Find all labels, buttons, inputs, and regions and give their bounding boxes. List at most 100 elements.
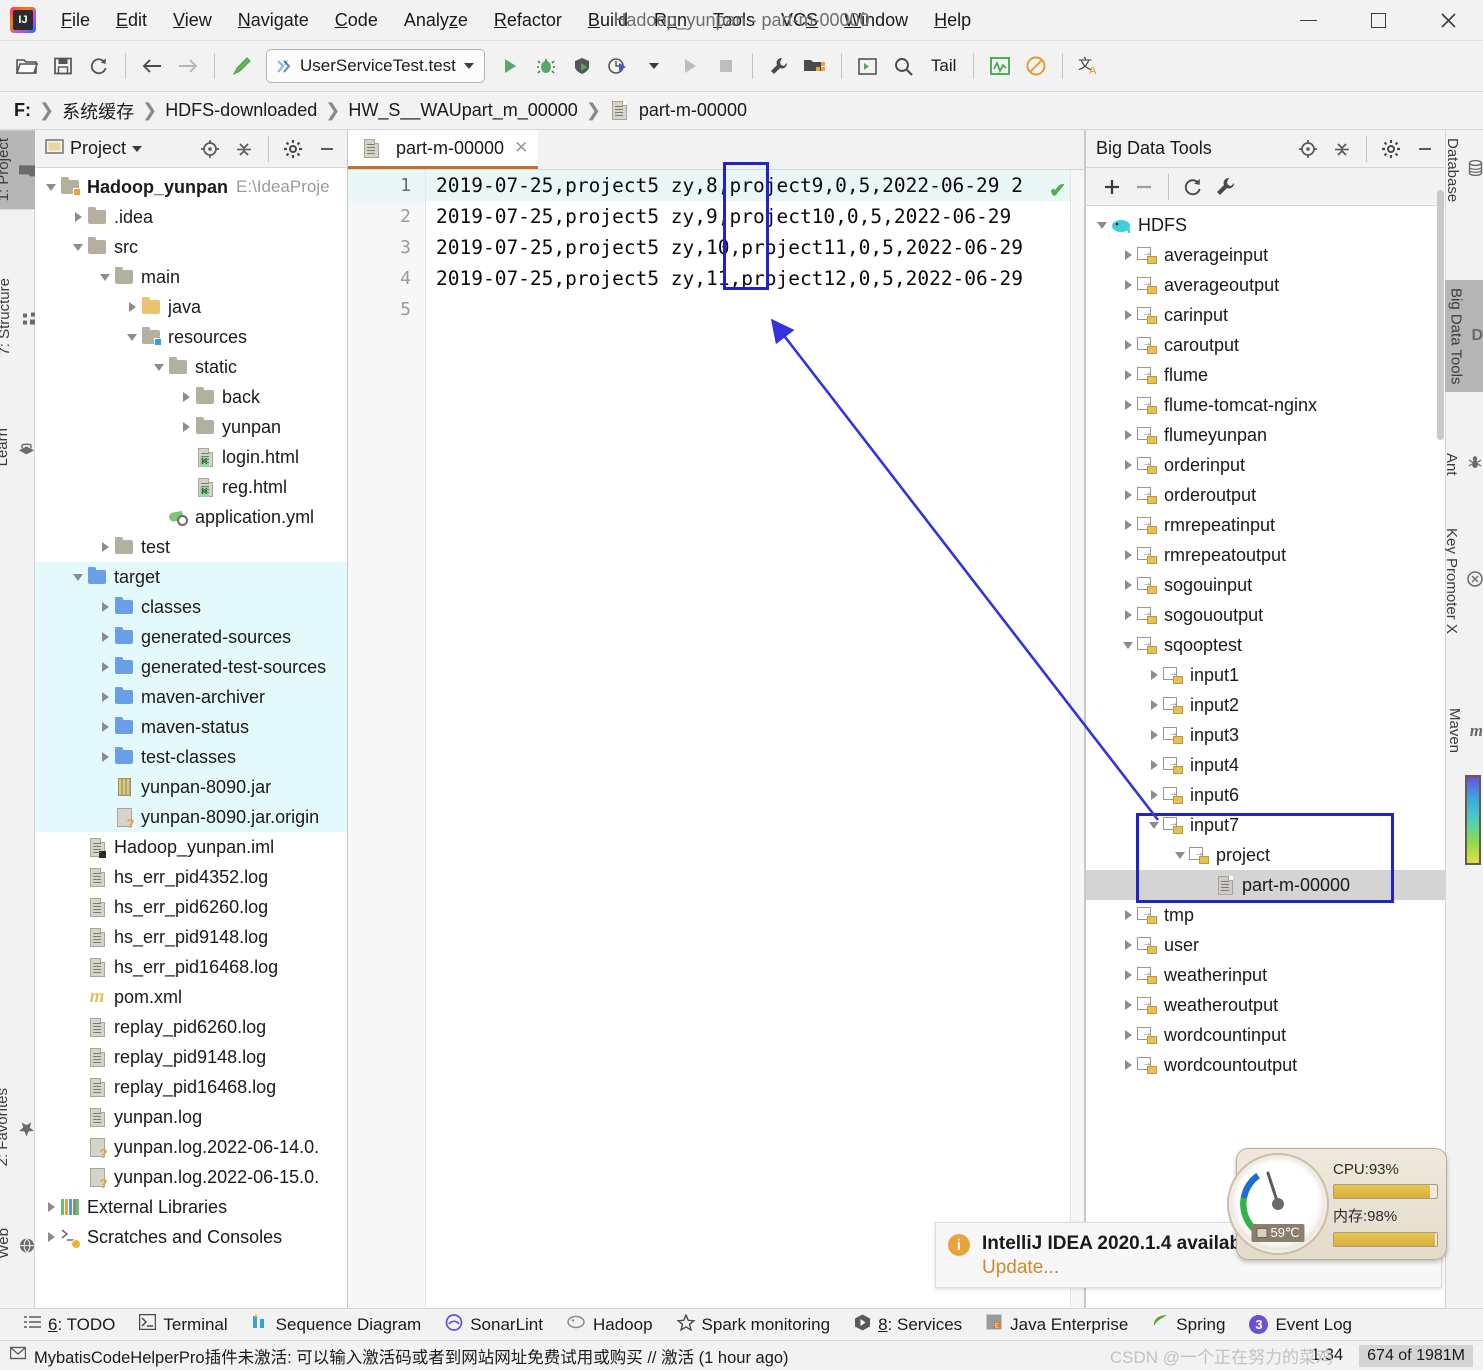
gear-icon[interactable]: [279, 135, 307, 163]
chevron-right-icon[interactable]: [1120, 607, 1136, 623]
hdfs-tree-row[interactable]: → orderinput: [1086, 450, 1445, 480]
chevron-right-icon[interactable]: [1120, 367, 1136, 383]
hdfs-tree[interactable]: HDFS → averageinput → averageoutput → carinput…: [1086, 206, 1445, 1308]
sidebar-item-structure[interactable]: 7: Structure: [0, 270, 35, 364]
editor-gutter[interactable]: 12345: [348, 170, 426, 1308]
hdfs-tree-row[interactable]: → rmrepeatinput: [1086, 510, 1445, 540]
forward-arrow-icon[interactable]: [171, 49, 205, 83]
chevron-down-icon[interactable]: [97, 269, 113, 285]
tail-button[interactable]: Tail: [923, 56, 965, 76]
project-tree-row[interactable]: m pom.xml: [35, 982, 347, 1012]
project-tree-row[interactable]: back: [35, 382, 347, 412]
menu-code[interactable]: Code: [322, 6, 391, 35]
close-icon[interactable]: ✕: [514, 138, 528, 158]
sidebar-item-maven[interactable]: m Maven: [1445, 700, 1483, 761]
project-tree-row[interactable]: yunpan.log.2022-06-14.0.: [35, 1132, 347, 1162]
hide-panel-icon[interactable]: [1411, 135, 1439, 163]
hdfs-tree-row[interactable]: → weatherinput: [1086, 960, 1445, 990]
profiler-icon[interactable]: [601, 49, 635, 83]
menu-analyze[interactable]: Analyze: [391, 6, 481, 35]
line-number[interactable]: 3: [348, 232, 425, 263]
project-tree-row[interactable]: replay_pid6260.log: [35, 1012, 347, 1042]
menu-window[interactable]: Window: [831, 6, 921, 35]
search-icon[interactable]: [887, 49, 921, 83]
hide-panel-icon[interactable]: [313, 135, 341, 163]
bottom-item-sonarlint[interactable]: SonarLint: [435, 1312, 553, 1338]
remove-icon[interactable]: [1130, 173, 1158, 201]
hdfs-tree-row[interactable]: → user: [1086, 930, 1445, 960]
hdfs-tree-row[interactable]: → tmp: [1086, 900, 1445, 930]
chevron-down-icon[interactable]: [43, 179, 59, 195]
bottom-item-sequence-diagram[interactable]: Sequence Diagram: [242, 1312, 432, 1337]
menu-file[interactable]: File: [48, 6, 103, 35]
memory-indicator[interactable]: 674 of 1981M: [1359, 1344, 1473, 1367]
code-line[interactable]: 2019-07-25,project5 zy,11,project12,0,5,…: [426, 263, 1084, 294]
hdfs-tree-row[interactable]: → sqooptest: [1086, 630, 1445, 660]
maximize-button[interactable]: [1343, 0, 1413, 41]
menu-tools[interactable]: Tools: [700, 6, 768, 35]
hdfs-tree-row[interactable]: → input4: [1086, 750, 1445, 780]
hdfs-tree-row[interactable]: → rmrepeatoutput: [1086, 540, 1445, 570]
chevron-down-icon[interactable]: [1120, 637, 1136, 653]
project-tree-row[interactable]: Hadoop_yunpan.iml: [35, 832, 347, 862]
project-tree-row[interactable]: static: [35, 352, 347, 382]
project-tree-row[interactable]: hs_err_pid6260.log: [35, 892, 347, 922]
editor-marker-bar[interactable]: [1070, 170, 1084, 1308]
line-number[interactable]: 2: [348, 201, 425, 232]
settings-wrench-icon[interactable]: [762, 49, 796, 83]
terminal-icon[interactable]: [851, 49, 885, 83]
bottom-item-event-log[interactable]: 3 Event Log: [1239, 1313, 1362, 1337]
chevron-down-icon[interactable]: [463, 63, 474, 69]
chevron-down-icon[interactable]: [1146, 817, 1162, 833]
project-tree-row[interactable]: classes: [35, 592, 347, 622]
project-tree-row[interactable]: External Libraries: [35, 1192, 347, 1222]
no-entry-icon[interactable]: [1019, 49, 1053, 83]
stop-icon[interactable]: [709, 49, 743, 83]
chevron-right-icon[interactable]: [1146, 667, 1162, 683]
chevron-right-icon[interactable]: [70, 209, 86, 225]
code-line[interactable]: 2019-07-25,project5 zy,8,project9,0,5,20…: [426, 170, 1084, 201]
bottom-item-services[interactable]: 8: Services: [844, 1312, 972, 1338]
collapse-all-icon[interactable]: [1328, 135, 1356, 163]
bottom-item-java-enterprise[interactable]: E Java Enterprise: [976, 1312, 1138, 1337]
hdfs-tree-row[interactable]: → averageinput: [1086, 240, 1445, 270]
chevron-right-icon[interactable]: [97, 629, 113, 645]
chevron-right-icon[interactable]: [1120, 517, 1136, 533]
project-tree-row[interactable]: main: [35, 262, 347, 292]
run-icon[interactable]: [493, 49, 527, 83]
notification-update-link[interactable]: Update...: [982, 1257, 1257, 1279]
hdfs-tree-row[interactable]: → project: [1086, 840, 1445, 870]
breadcrumb-segment-3[interactable]: HW_S__WAUpart_m_00000: [348, 100, 577, 121]
hdfs-tree-row[interactable]: → flume-tomcat-nginx: [1086, 390, 1445, 420]
menu-build[interactable]: Build: [575, 6, 641, 35]
hdfs-tree-row[interactable]: → weatheroutput: [1086, 990, 1445, 1020]
monitor-icon[interactable]: [983, 49, 1017, 83]
chevron-down-icon[interactable]: [1094, 217, 1110, 233]
editor-code-area[interactable]: 2019-07-25,project5 zy,8,project9,0,5,20…: [426, 170, 1084, 1308]
menu-help[interactable]: Help: [921, 6, 984, 35]
sidebar-item-key-promoter[interactable]: Key Promoter X: [1443, 520, 1483, 642]
menu-navigate[interactable]: Navigate: [225, 6, 322, 35]
project-tree-row[interactable]: generated-sources: [35, 622, 347, 652]
hdfs-tree-row[interactable]: → carinput: [1086, 300, 1445, 330]
project-tree-row[interactable]: Hadoop_yunpan E:\IdeaProje: [35, 172, 347, 202]
sidebar-item-project[interactable]: 1: Project: [0, 130, 35, 210]
chevron-right-icon[interactable]: [1120, 967, 1136, 983]
chevron-right-icon[interactable]: [1146, 757, 1162, 773]
chevron-right-icon[interactable]: [1120, 277, 1136, 293]
breadcrumb-segment-1[interactable]: 系统缓存: [62, 98, 134, 124]
project-tree-row[interactable]: maven-archiver: [35, 682, 347, 712]
sync-icon[interactable]: [82, 49, 116, 83]
chevron-right-icon[interactable]: [1120, 1057, 1136, 1073]
wrench-icon[interactable]: [1211, 173, 1239, 201]
hdfs-tree-row[interactable]: → input2: [1086, 690, 1445, 720]
chevron-right-icon[interactable]: [97, 599, 113, 615]
project-tree-row[interactable]: generated-test-sources: [35, 652, 347, 682]
chevron-right-icon[interactable]: [1120, 247, 1136, 263]
line-number[interactable]: 5: [348, 294, 425, 325]
locate-icon[interactable]: [1294, 135, 1322, 163]
hdfs-tree-row[interactable]: → input7: [1086, 810, 1445, 840]
chevron-right-icon[interactable]: [1146, 727, 1162, 743]
chevron-right-icon[interactable]: [1120, 937, 1136, 953]
project-panel-dropdown-icon[interactable]: [132, 145, 143, 152]
